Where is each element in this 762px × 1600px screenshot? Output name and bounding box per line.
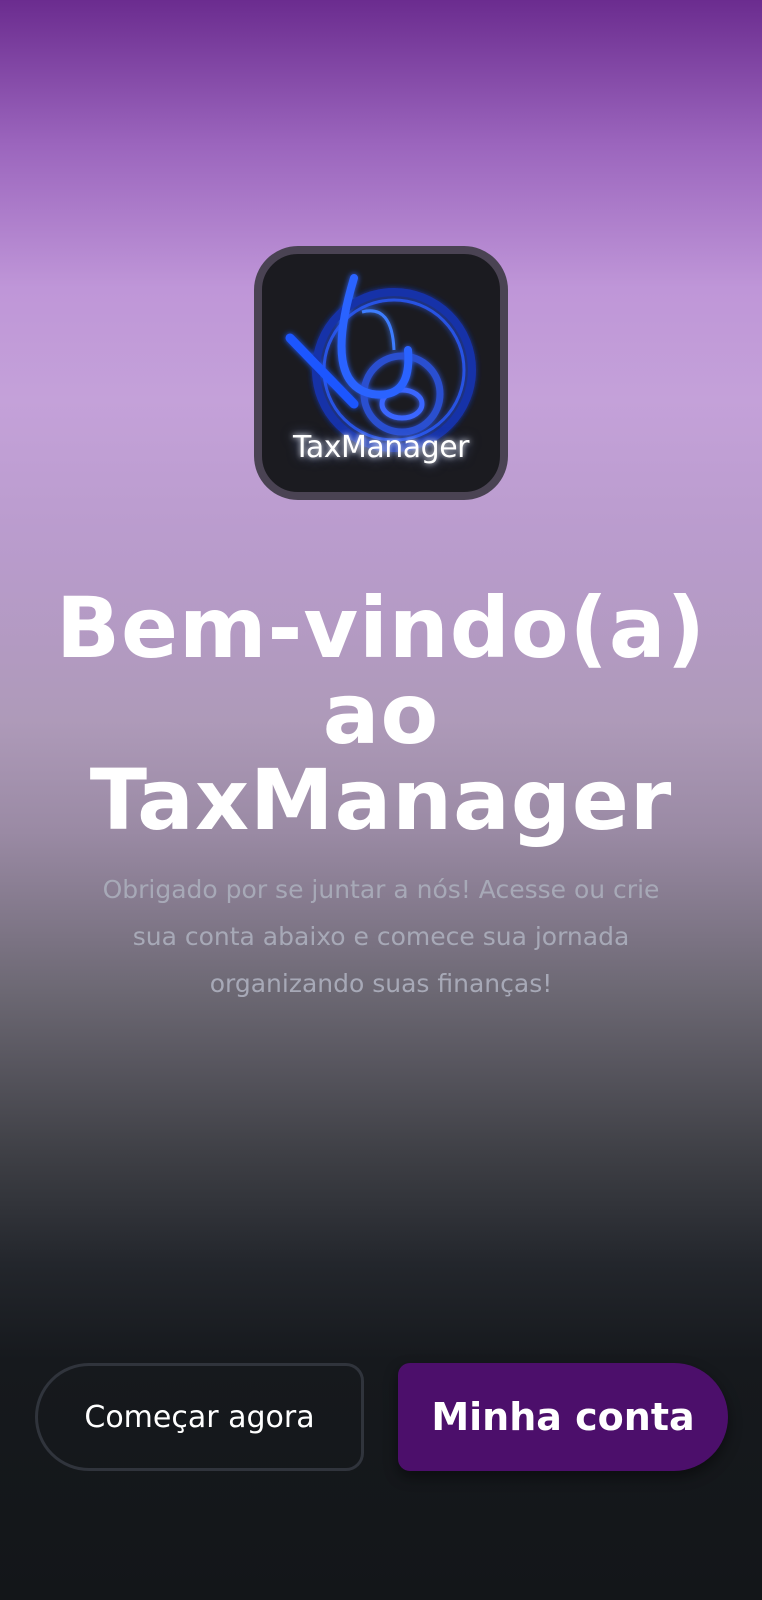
welcome-title: Bem-vindo(a) ao TaxManager <box>55 579 707 849</box>
app-logo: TaxManager <box>254 246 508 500</box>
my-account-button[interactable]: Minha conta <box>398 1363 728 1471</box>
welcome-subtitle: Obrigado por se juntar a nós! Acesse ou … <box>102 875 660 998</box>
start-now-button[interactable]: Começar agora <box>35 1363 364 1471</box>
logo-text: TaxManager <box>293 430 470 465</box>
start-now-label: Começar agora <box>84 1399 315 1435</box>
my-account-label: Minha conta <box>431 1395 695 1439</box>
